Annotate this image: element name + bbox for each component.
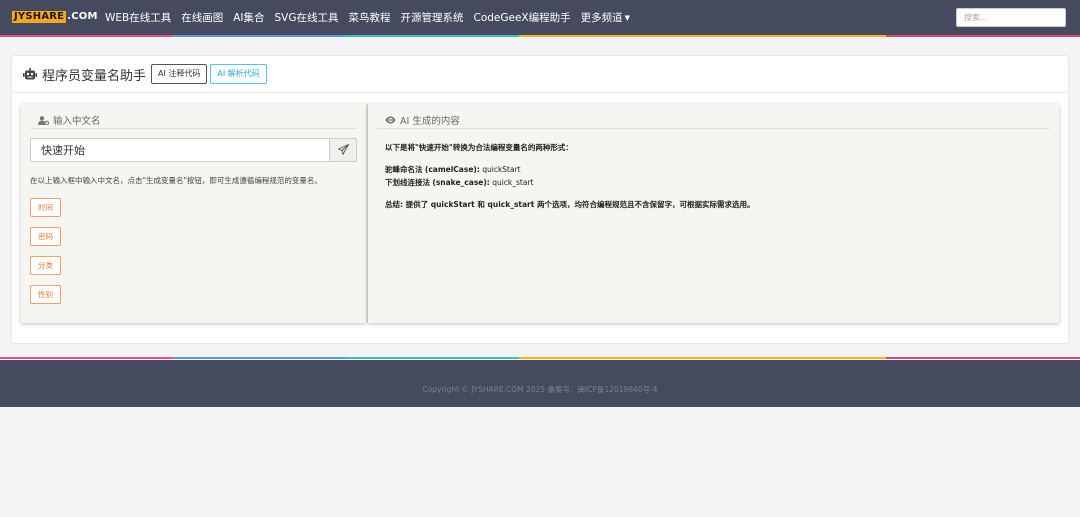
nav-item-online-draw[interactable]: 在线画图 [176,10,228,25]
example-tag-password[interactable]: 密码 [30,227,61,246]
example-tag-category[interactable]: 分类 [30,256,61,275]
nav-item-ai[interactable]: AI集合 [228,10,269,25]
input-panel-title-text: 输入中文名 [53,116,101,127]
robot-icon [23,67,37,81]
logo-rest: .COM [67,11,98,22]
nav-item-runoob[interactable]: 菜鸟教程 [344,10,396,25]
nav-item-web-tools[interactable]: WEB在线工具 [100,10,176,25]
snake-label: 下划线连接法 [385,178,430,187]
snake-key: (snake_case): [432,178,490,187]
snake-value: quick_start [492,178,534,187]
footer-copyright: Copyright © JYSHARE.COM 2025 备案号：闽ICP备12… [422,385,658,394]
camel-value: quickStart [482,165,521,174]
nav-item-svg[interactable]: SVG在线工具 [270,10,344,25]
top-navbar: JYSHARE .COM WEB在线工具 在线画图 AI集合 SVG在线工具 菜鸟… [0,0,1080,35]
divider [30,128,357,129]
result-camel-line: 驼峰命名法 (camelCase): quickStart [385,163,754,176]
input-panel-title: 输入中文名 [38,113,101,127]
top-color-stripe [0,35,1080,37]
ai-comment-code-button[interactable]: AI 注释代码 [151,64,208,84]
camel-label: 驼峰命名法 [385,165,423,174]
result-snake-line: 下划线连接法 (snake_case): quick_start [385,176,754,189]
footer-color-stripe [0,357,1080,359]
ai-result-content: 以下是将"快速开始"转换为合法编程变量名的两种形式： 驼峰命名法 (camelC… [385,141,754,211]
footer: Copyright © JYSHARE.COM 2025 备案号：闽ICP备12… [0,360,1080,407]
result-panel: AI 生成的内容 以下是将"快速开始"转换为合法编程变量名的两种形式： 驼峰命名… [368,104,1059,323]
user-cog-icon [38,115,49,125]
generate-button[interactable] [329,138,357,162]
result-summary: 总结: 提供了 quickStart 和 quick_start 两个选项，均符… [385,200,755,209]
card-header: 程序员变量名助手 AI 注释代码 AI 解析代码 [12,56,1068,93]
result-panel-title: AI 生成的内容 [385,113,460,127]
chinese-name-input-group [30,138,357,162]
site-logo[interactable]: JYSHARE .COM [12,11,98,23]
example-tag-time[interactable]: 时间 [30,198,61,217]
input-hint: 在以上输入框中输入中文名，点击"生成变量名"按钮，即可生成遵循编程规范的变量名。 [30,176,322,185]
ai-parse-code-button[interactable]: AI 解析代码 [210,64,267,84]
caret-down-icon: ▼ [624,14,631,22]
camel-key: (camelCase): [424,165,480,174]
nav-more-label: 更多频道 [580,12,623,24]
result-intro: 以下是将"快速开始"转换为合法编程变量名的两种形式： [385,143,573,152]
divider [377,128,1050,129]
nav-item-more[interactable]: 更多频道 ▼ [576,10,635,25]
logo-box: JYSHARE [12,11,67,23]
eye-icon [385,116,396,124]
main-card: 程序员变量名助手 AI 注释代码 AI 解析代码 输入中文名 快速开始 在以上输… [11,55,1069,344]
nav-links: WEB在线工具 在线画图 AI集合 SVG在线工具 菜鸟教程 开源管理系统 Co… [100,0,635,35]
nav-item-open-source[interactable]: 开源管理系统 [396,10,469,25]
paper-plane-icon [337,143,349,158]
example-tag-gender[interactable]: 性别 [30,285,61,304]
page-title: 程序员变量名助手 [42,68,147,84]
chinese-name-input[interactable] [30,138,329,162]
search-input[interactable] [956,8,1066,27]
nav-item-codegeex[interactable]: CodeGeeX编程助手 [469,10,576,25]
result-panel-title-text: AI 生成的内容 [400,116,460,127]
input-panel: 输入中文名 在以上输入框中输入中文名，点击"生成变量名"按钮，即可生成遵循编程规… [21,104,366,323]
